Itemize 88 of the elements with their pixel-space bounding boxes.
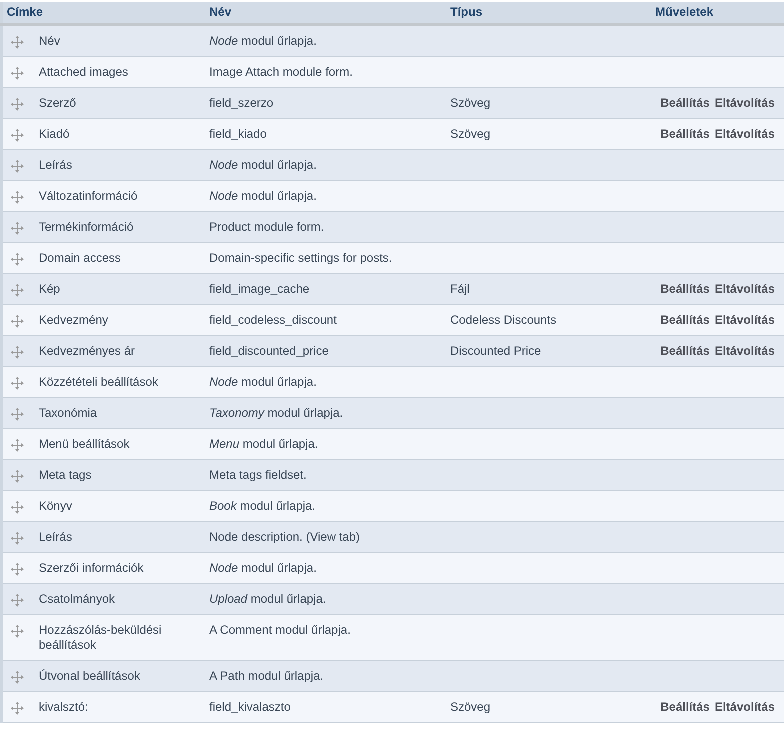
drag-handle-icon[interactable] [11, 377, 24, 390]
field-label: Leírás [39, 158, 74, 173]
settings-link[interactable]: Beállítás [660, 700, 710, 714]
field-name: Book modul űrlapja. [210, 499, 316, 513]
drag-handle-icon[interactable] [11, 160, 24, 173]
field-label: Kép [39, 282, 62, 297]
field-label: Útvonal beállítások [39, 669, 142, 684]
column-header: Név [210, 5, 232, 19]
remove-link[interactable]: Eltávolítás [714, 344, 775, 358]
field-name: Node modul űrlapja. [210, 34, 317, 48]
settings-link[interactable]: Beállítás [660, 96, 710, 110]
field-name: field_kivalaszto [210, 700, 291, 714]
field-label: Változatinformáció [39, 189, 139, 204]
column-header: Műveletek [656, 5, 714, 19]
field-label: Szerzői információk [39, 561, 145, 576]
drag-handle-icon[interactable] [11, 346, 24, 359]
field-name: Upload modul űrlapja. [210, 592, 326, 606]
drag-handle-icon[interactable] [11, 702, 24, 715]
field-label: Név [39, 34, 62, 49]
field-label: Csatolmányok [39, 592, 116, 607]
column-header: Címke [7, 5, 44, 19]
field-type: Codeless Discounts [450, 313, 557, 327]
drag-handle-icon[interactable] [11, 470, 24, 483]
field-type: Discounted Price [450, 344, 542, 358]
drag-handle-icon[interactable] [11, 532, 24, 545]
settings-link[interactable]: Beállítás [660, 344, 710, 358]
drag-handle-icon[interactable] [11, 408, 24, 421]
field-name: field_discounted_price [210, 344, 329, 358]
remove-link[interactable]: Eltávolítás [714, 700, 775, 714]
settings-link[interactable]: Beállítás [660, 282, 710, 296]
field-label: Könyv [39, 499, 74, 514]
remove-link[interactable]: Eltávolítás [714, 282, 775, 296]
field-label: Hozzászólás-beküldési beállítások [39, 623, 163, 653]
drag-handle-icon[interactable] [11, 671, 24, 684]
drag-handle-icon[interactable] [11, 253, 24, 266]
field-label: Termékinformáció [39, 220, 135, 235]
field-label: Kedvezmény [39, 313, 110, 328]
field-name: A Path modul űrlapja. [210, 669, 324, 683]
field-label: Domain access [39, 251, 122, 266]
field-label: Taxonómia [39, 406, 98, 421]
field-label: kivalsztó: [39, 700, 90, 715]
remove-link[interactable]: Eltávolítás [714, 96, 775, 110]
field-name: Node modul űrlapja. [210, 189, 317, 203]
field-name: Taxonomy modul űrlapja. [210, 406, 344, 420]
drag-handle-icon[interactable] [11, 439, 24, 452]
drag-handle-icon[interactable] [11, 563, 24, 576]
drag-handle-icon[interactable] [11, 594, 24, 607]
field-name: Domain-specific settings for posts. [210, 251, 392, 265]
field-type: Szöveg [450, 700, 491, 714]
field-label: Szerző [39, 96, 78, 111]
column-header: Típus [450, 5, 482, 19]
settings-link[interactable]: Beállítás [660, 127, 710, 141]
field-type: Szöveg [450, 127, 491, 141]
field-label: Kedvezményes ár [39, 344, 136, 359]
field-name: field_codeless_discount [210, 313, 337, 327]
field-label: Menü beállítások [39, 437, 131, 452]
field-label: Attached images [39, 65, 130, 80]
field-name: Node modul űrlapja. [210, 158, 317, 172]
field-name: Menu modul űrlapja. [210, 437, 318, 451]
field-name: Node description. (View tab) [210, 530, 360, 544]
field-name: Image Attach module form. [210, 65, 353, 79]
field-name: field_image_cache [210, 282, 310, 296]
drag-handle-icon[interactable] [11, 67, 24, 80]
field-label: Leírás [39, 530, 74, 545]
field-name: Meta tags fieldset. [210, 468, 307, 482]
field-type: Fájl [450, 282, 470, 296]
field-name: field_szerzo [210, 96, 274, 110]
drag-handle-icon[interactable] [11, 36, 24, 49]
drag-handle-icon[interactable] [11, 191, 24, 204]
remove-link[interactable]: Eltávolítás [714, 127, 775, 141]
field-name: A Comment modul űrlapja. [210, 623, 351, 637]
drag-handle-icon[interactable] [11, 501, 24, 514]
field-name: field_kiado [210, 127, 267, 141]
field-type: Szöveg [450, 96, 491, 110]
drag-handle-icon[interactable] [11, 222, 24, 235]
field-name: Node modul űrlapja. [210, 375, 317, 389]
drag-handle-icon[interactable] [11, 284, 24, 297]
field-label: Meta tags [39, 468, 93, 483]
drag-handle-icon[interactable] [11, 625, 24, 638]
drag-handle-icon[interactable] [11, 129, 24, 142]
drag-handle-icon[interactable] [11, 315, 24, 328]
field-name: Node modul űrlapja. [210, 561, 317, 575]
field-name: Product module form. [210, 220, 324, 234]
drag-handle-icon[interactable] [11, 98, 24, 111]
field-label: Közzétételi beállítások [39, 375, 160, 390]
field-label: Kiadó [39, 127, 71, 142]
remove-link[interactable]: Eltávolítás [714, 313, 775, 327]
settings-link[interactable]: Beállítás [660, 313, 710, 327]
